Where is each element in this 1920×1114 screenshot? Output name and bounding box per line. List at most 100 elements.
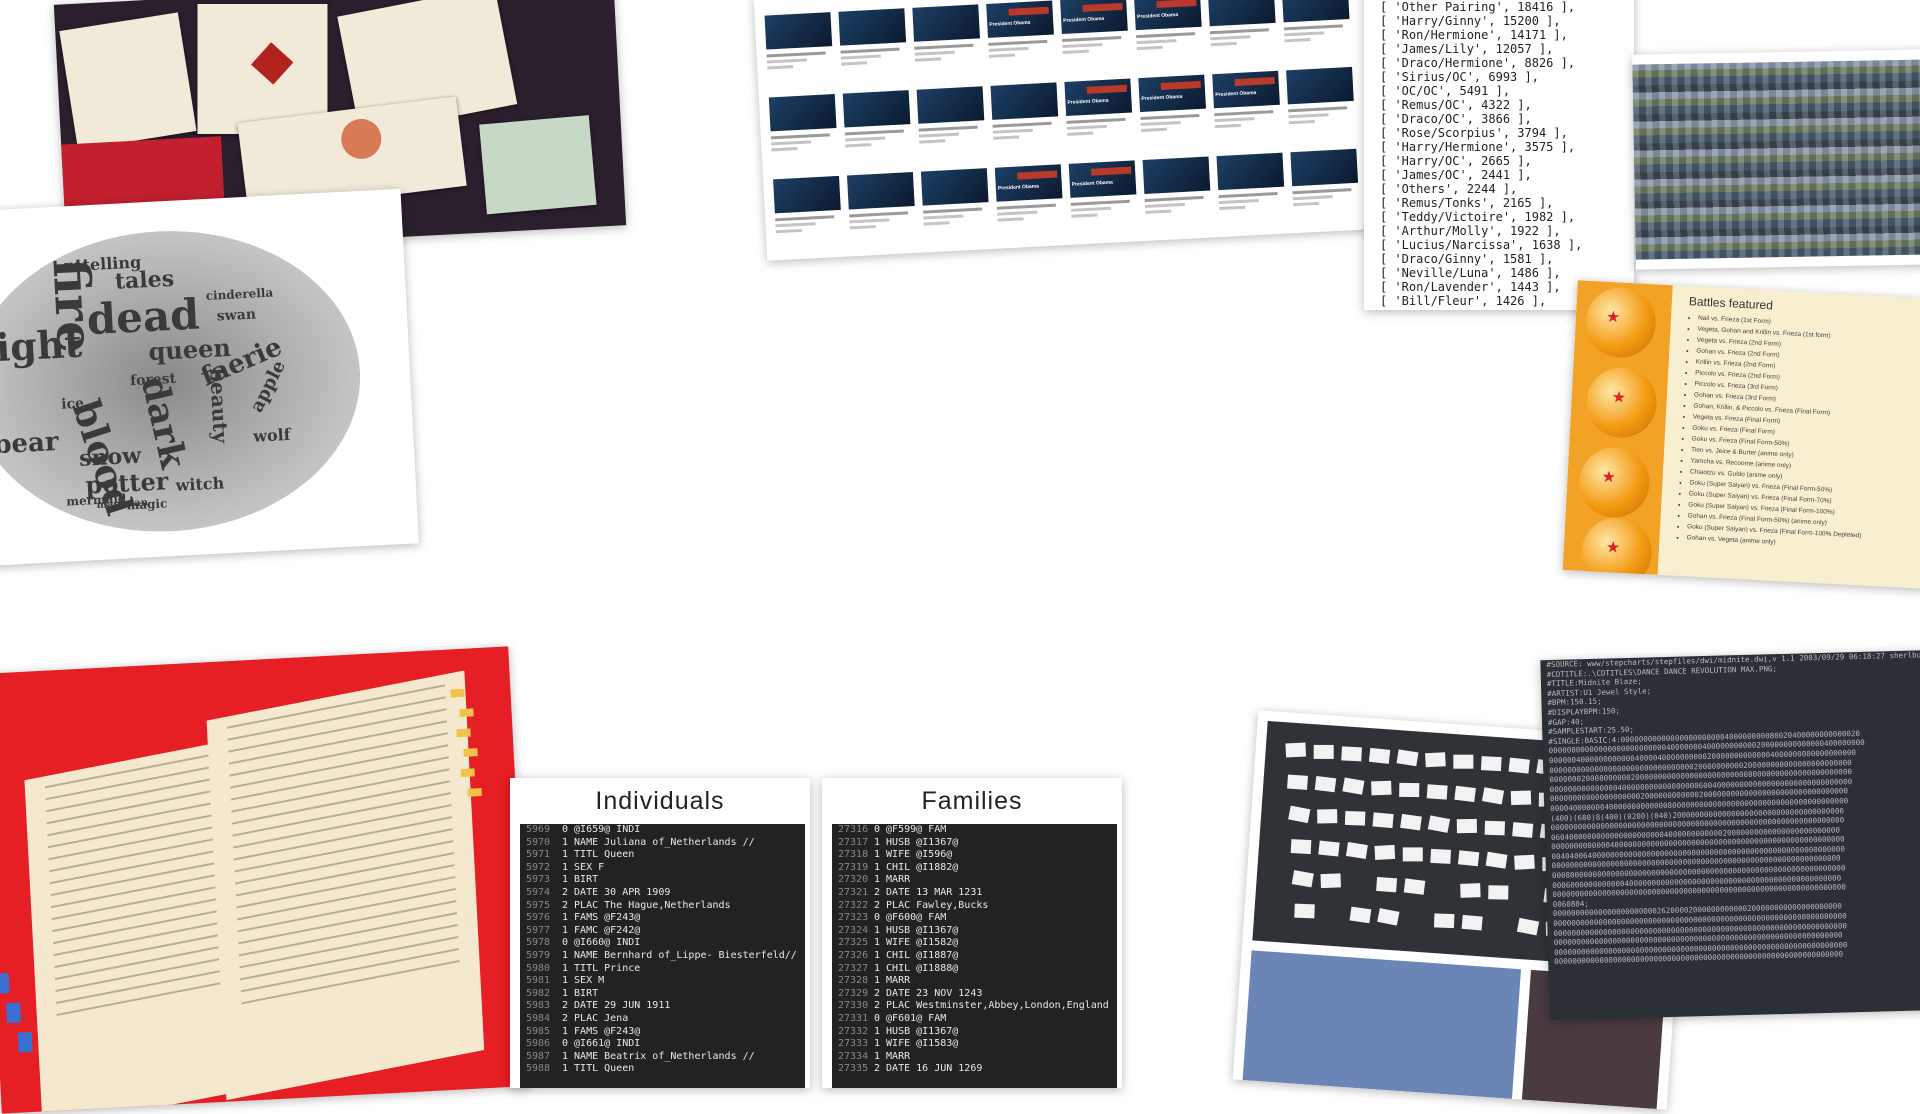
thumbnail-caption: President Obama: [1141, 93, 1183, 102]
line-number: 27331: [838, 1012, 869, 1024]
line-number: 5969: [526, 824, 551, 835]
line-text: 1 TITL Queen: [562, 1063, 635, 1075]
line-text: 1 CHIL @I1888@: [874, 962, 959, 974]
line-text: 2 PLAC Jena: [562, 1012, 629, 1024]
video-tile: [842, 90, 913, 171]
thumbnail-caption: President Obama: [989, 19, 1031, 28]
video-tile: President Obama: [1212, 70, 1282, 152]
line-number: 27327: [838, 962, 869, 974]
line-number: 27335: [838, 1063, 869, 1075]
line-text: 2 DATE 23 NOV 1243: [874, 987, 983, 999]
video-tile: President Obama: [1138, 74, 1208, 156]
video-tile: President Obama: [1134, 0, 1204, 74]
line-number: 5976: [526, 912, 551, 924]
code-line: 5974 2 DATE 30 APR 1909: [520, 887, 805, 900]
pairing-row: [ 'Draco/Hermione', 8826 ],: [1380, 56, 1576, 70]
line-text: 0 @I661@ INDI: [562, 1038, 641, 1050]
editor-lines: #SOURCE: www/stepcharts/stepfiles/dwi/mi…: [1540, 650, 1920, 967]
cloud-word: night: [0, 320, 84, 372]
video-tile: President Obama: [1060, 0, 1130, 78]
video-tile: [1216, 152, 1286, 234]
code-line: 27318 1 WIFE @I596@: [832, 849, 1117, 862]
video-grid: President Obama President Obama President …: [764, 0, 1361, 257]
code-line: 27320 1 MARR: [832, 874, 1117, 887]
families-code: 27316 0 @F599@ FAM 27317 1 HUSB @I1367@ 2731…: [832, 824, 1117, 1088]
line-text: 1 NAME Beatrix of_Netherlands //: [562, 1050, 755, 1062]
line-number: 27333: [838, 1038, 869, 1050]
line-number: 5987: [526, 1050, 551, 1062]
line-text: 1 FAMS @F243@: [562, 912, 641, 924]
video-thumbnail: [1281, 0, 1350, 23]
video-thumbnail: President Obama: [1138, 74, 1206, 113]
code-line: 5983 2 DATE 29 JUN 1911: [520, 1000, 805, 1013]
line-number: 5973: [526, 874, 551, 886]
line-number: 27317: [838, 836, 869, 848]
pairing-row: [ 'Neville/Luna', 1486 ],: [1380, 266, 1561, 280]
code-line: 5988 1 TITL Queen: [520, 1063, 805, 1076]
pairing-row: [ 'Others', 2244 ],: [1380, 182, 1518, 196]
video-thumbnail: [916, 86, 985, 124]
line-number: 5977: [526, 924, 551, 936]
video-tile: [912, 4, 982, 85]
line-number: 5981: [526, 975, 551, 987]
line-text: 1 CHIL @I1882@: [874, 861, 959, 873]
pairing-row: [ 'Draco/OC', 3866 ],: [1380, 112, 1532, 126]
video-tile: [1290, 148, 1360, 230]
pairing-row: [ 'Rose/Scorpius', 3794 ],: [1380, 126, 1568, 140]
word-cloud: fire dead night queen tales wicked blood…: [0, 188, 419, 567]
line-text: 1 MARR: [874, 1050, 911, 1062]
code-line: 27333 1 WIFE @I1583@: [832, 1038, 1117, 1051]
code-line: 5978 0 @I660@ INDI: [520, 937, 805, 950]
video-thumbnail: [1207, 0, 1276, 27]
line-number: 27322: [838, 899, 869, 911]
line-text: 2 DATE 30 APR 1909: [562, 886, 671, 898]
line-text: 1 MARR: [874, 975, 911, 987]
code-line: 5984 2 PLAC Jena: [520, 1013, 805, 1026]
code-line: 5979 1 NAME Bernhard of_Lippe- Biesterfel…: [520, 950, 805, 963]
book-right-page: [206, 670, 485, 1101]
line-text: 1 HUSB @I1367@: [874, 1025, 959, 1037]
video-tile: President Obama: [994, 164, 1065, 245]
line-text: 1 BIRT: [562, 874, 599, 886]
code-line: 5980 1 TITL Prince: [520, 963, 805, 976]
thumbnail-caption: President Obama: [1071, 179, 1114, 188]
line-text: 2 PLAC Fawley,Bucks: [874, 899, 989, 911]
cloud-word: swan: [216, 306, 257, 325]
thumbnail-caption: President Obama: [997, 183, 1040, 192]
video-thumbnail: President Obama: [986, 0, 1054, 38]
video-thumbnail: [764, 12, 833, 50]
pairings-list: [ 'Other Pairing', 18416 ],[ 'Harry/Ginn…: [1364, 0, 1634, 310]
line-number: 5988: [526, 1063, 551, 1075]
code-line: 5973 1 BIRT: [520, 874, 805, 887]
line-text: 2 PLAC Westminster,Abbey,London,England: [874, 1000, 1109, 1012]
code-line: 27324 1 HUSB @I1367@: [832, 925, 1117, 938]
line-number: 27328: [838, 975, 869, 987]
pairing-row: [ 'Teddy/Victoire', 1982 ],: [1380, 210, 1576, 224]
comic-shelf: [1242, 950, 1522, 1099]
word-cloud-shape: fire dead night queen tales wicked blood…: [0, 221, 368, 542]
code-line: 5972 1 SEX F: [520, 862, 805, 875]
code-line: 27335 2 DATE 16 JUN 1269: [832, 1063, 1117, 1076]
video-tile: [1207, 0, 1278, 70]
line-text: 1 NAME Bernhard of_Lippe- Biesterfeld//: [562, 949, 797, 961]
line-number: 27332: [838, 1025, 869, 1037]
code-line: 5985 1 FAMS @F243@: [520, 1026, 805, 1039]
video-tile: [1281, 0, 1352, 66]
code-line: 5971 1 TITL Queen: [520, 849, 805, 862]
code-line: 5970 1 NAME Juliana of_Netherlands //: [520, 837, 805, 850]
dragon-balls-image: ★ ★ ★ ★: [1562, 280, 1673, 590]
code-line: 5976 1 FAMS @F243@: [520, 912, 805, 925]
pairing-row: [ 'Sirius/OC', 6993 ],: [1380, 70, 1539, 84]
line-text: 2 DATE 13 MAR 1231: [874, 886, 983, 898]
line-text: 1 HUSB @I1367@: [874, 924, 959, 936]
pairing-row: [ 'Harry/Hermione', 3575 ],: [1380, 140, 1576, 154]
code-line: 27316 0 @F599@ FAM: [832, 824, 1117, 837]
cloud-word: beauty: [205, 367, 233, 444]
pairing-row: [ 'Bill/Fleur', 1426 ],: [1380, 294, 1547, 308]
code-line: 5977 1 FAMC @F242@: [520, 925, 805, 938]
individuals-code: 5969 0 @I659@ INDI 5970 1 NAME Juliana of_N…: [520, 824, 805, 1088]
pairing-row: [ 'Harry/Ginny', 15200 ],: [1380, 14, 1561, 28]
video-tile: President Obama: [1064, 78, 1134, 160]
thumbnail-caption: President Obama: [1063, 15, 1105, 24]
video-thumbnail: [1216, 152, 1285, 191]
